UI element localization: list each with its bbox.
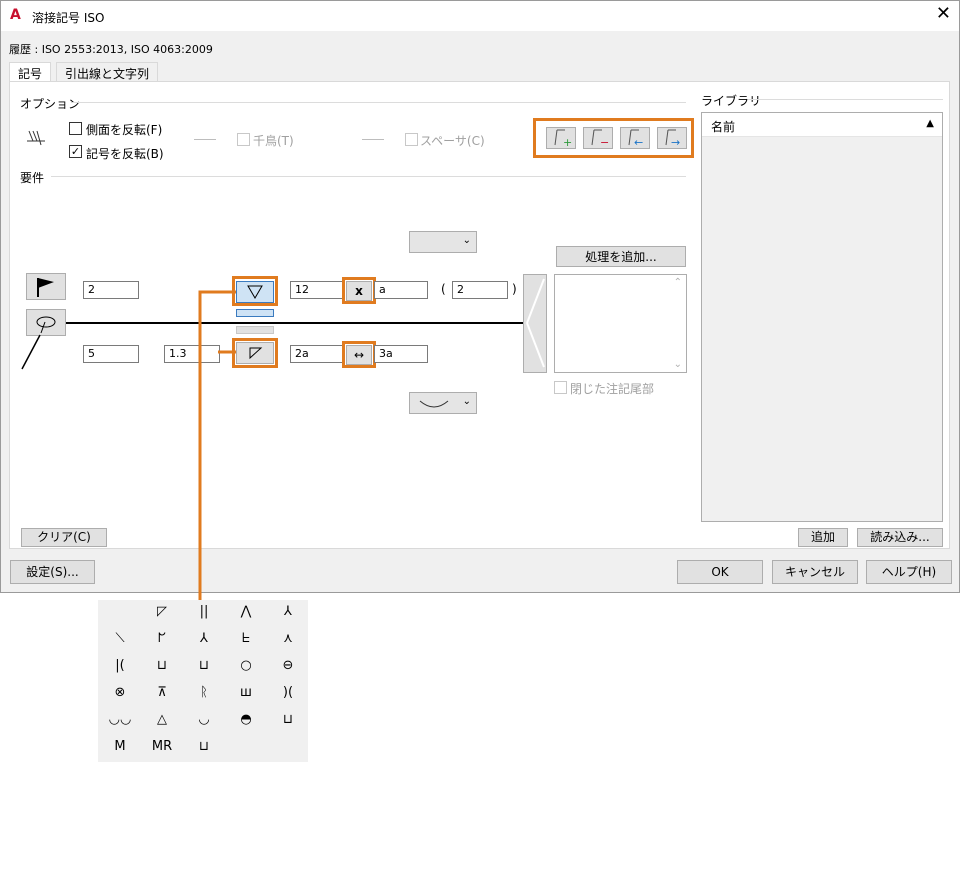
stagger-checkbox[interactable] [237, 133, 250, 146]
close-icon[interactable]: ✕ [936, 5, 951, 23]
dash-separator [194, 139, 216, 140]
tab-leader-and-text[interactable]: 引出線と文字列 [56, 62, 159, 82]
weld-symbol-option[interactable]: ᖶ [231, 631, 261, 646]
intermittent-highlight [342, 277, 376, 304]
concave-contour-icon [419, 400, 449, 408]
weld-symbol-option[interactable]: ш [231, 685, 261, 700]
weld-symbol-option[interactable]: ᖸ [147, 631, 177, 646]
settings-button[interactable]: 設定(S)... [10, 560, 95, 584]
help-button[interactable]: ヘルプ(H) [866, 560, 952, 584]
flip-symbol-label: 記号を反転(B) [86, 147, 164, 161]
spacer-label: スペーサ(C) [420, 134, 485, 148]
weld-symbol-option[interactable]: M [105, 739, 135, 754]
top-contour-dropdown[interactable]: ⌄ [409, 231, 477, 253]
weld-symbol-option[interactable]: |( [105, 658, 135, 673]
top-left-field[interactable]: 2 [83, 281, 139, 299]
bottom-left-field[interactable]: 5 [83, 345, 139, 363]
weld-symbol-option[interactable]: ⊖ [273, 658, 303, 673]
load-button[interactable]: 読み込み... [857, 528, 943, 547]
weld-symbol-option[interactable]: ⅄ [189, 631, 219, 646]
library-buttons-highlight [533, 118, 694, 158]
stagger-highlight [342, 341, 376, 368]
weld-symbol-option[interactable]: ⊔ [189, 739, 219, 754]
chevron-down-icon: ⌄ [462, 235, 471, 246]
weld-symbol-dialog: A 溶接記号 ISO ✕ 履歴 : ISO 2553:2013, ISO 406… [0, 0, 960, 593]
weld-symbol-option[interactable]: ⋀ [231, 604, 261, 619]
elements-group-label: 要件 [20, 171, 45, 185]
history-text: 履歴 : ISO 2553:2013, ISO 4063:2009 [9, 43, 213, 56]
weld-preview-icon [27, 130, 45, 146]
tail-icon [526, 278, 545, 368]
clear-button[interactable]: クリア(C) [21, 528, 107, 547]
cancel-button[interactable]: キャンセル [772, 560, 858, 584]
process-list[interactable]: ⌃ ⌄ [554, 274, 687, 373]
symbol-palette [98, 600, 308, 762]
weld-symbol-option[interactable]: ⊗ [105, 685, 135, 700]
weld-symbol-option[interactable]: ⊔ [189, 658, 219, 673]
callout-connector [198, 290, 236, 600]
weld-symbol-option[interactable]: ⊼ [147, 685, 177, 700]
tail-button[interactable] [523, 274, 547, 373]
flip-side-checkbox[interactable] [69, 122, 82, 135]
ok-button[interactable]: OK [677, 560, 763, 584]
tab-symbol[interactable]: 記号 [9, 62, 52, 83]
library-list[interactable]: 名前 ▲ [701, 112, 943, 522]
weld-symbol-option[interactable]: ◸ [147, 604, 177, 619]
weld-symbol-option[interactable]: ⋏ [273, 631, 303, 646]
closed-tail-label: 閉じた注記尾部 [570, 382, 655, 396]
closed-tail-checkbox[interactable] [554, 381, 567, 394]
library-group-label: ライブラリ [701, 94, 762, 108]
weld-symbol-option[interactable]: ⊔ [273, 712, 303, 727]
top-a-field[interactable]: a [374, 281, 428, 299]
elements-separator [51, 176, 686, 177]
bottom-contour-dropdown[interactable]: ⌄ [409, 392, 477, 414]
library-list-header[interactable]: 名前 ▲ [702, 113, 942, 137]
flip-symbol-checkbox[interactable]: ✓ [69, 145, 82, 158]
spacer-checkbox[interactable] [405, 133, 418, 146]
weld-symbol-option[interactable]: ᚱ [189, 685, 219, 700]
top-paren-field[interactable]: 2 [452, 281, 508, 299]
weld-symbol-option[interactable]: || [189, 604, 219, 619]
bottom-a-field[interactable]: 3a [374, 345, 428, 363]
sort-ascending-icon: ▲ [926, 118, 934, 129]
weld-symbol-option[interactable]: MR [147, 739, 177, 754]
bottom-symbol-highlight [232, 338, 278, 368]
weld-symbol-option[interactable]: )( [273, 685, 303, 700]
bottom-supplement-bar [236, 326, 274, 334]
add-button[interactable]: 追加 [798, 528, 848, 547]
chevron-down-icon: ⌄ [462, 396, 471, 407]
weld-symbol-option[interactable]: ◡ [189, 712, 219, 727]
library-separator [748, 99, 943, 100]
dash-separator-2 [362, 139, 384, 140]
weld-symbol-option[interactable]: ◡◡ [105, 712, 135, 727]
weld-symbol-option[interactable]: ◓ [231, 712, 261, 727]
window-title: 溶接記号 ISO [32, 11, 105, 25]
top-size-field[interactable]: 12 [290, 281, 344, 299]
title-bar: A 溶接記号 ISO ✕ [1, 1, 959, 31]
stagger-label: 千鳥(T) [253, 134, 294, 148]
scroll-down-icon[interactable]: ⌄ [674, 359, 682, 370]
field-weld-flag-button[interactable] [26, 273, 66, 300]
flag-icon [37, 278, 54, 297]
weld-symbol-option[interactable]: ⟍ [105, 631, 135, 646]
bottom-size-field[interactable]: 2a [290, 345, 344, 363]
weld-symbol-option[interactable]: ○ [231, 658, 261, 673]
weld-symbol-option[interactable]: △ [147, 712, 177, 727]
paren-close: ) [512, 282, 517, 296]
top-supplement-bar [236, 309, 274, 317]
options-separator [71, 102, 686, 103]
top-symbol-highlight [232, 276, 278, 306]
paren-open: ( [441, 282, 446, 296]
scroll-up-icon[interactable]: ⌃ [674, 277, 682, 288]
flip-side-label: 側面を反転(F) [86, 123, 163, 137]
options-group-label: オプション [20, 97, 81, 111]
name-column-header: 名前 [711, 120, 736, 134]
weld-symbol-option[interactable]: ⅄ [273, 604, 303, 619]
autocad-logo-icon: A [10, 7, 21, 23]
weld-symbol-option[interactable]: ⊔ [147, 658, 177, 673]
add-process-button[interactable]: 処理を追加... [556, 246, 686, 267]
